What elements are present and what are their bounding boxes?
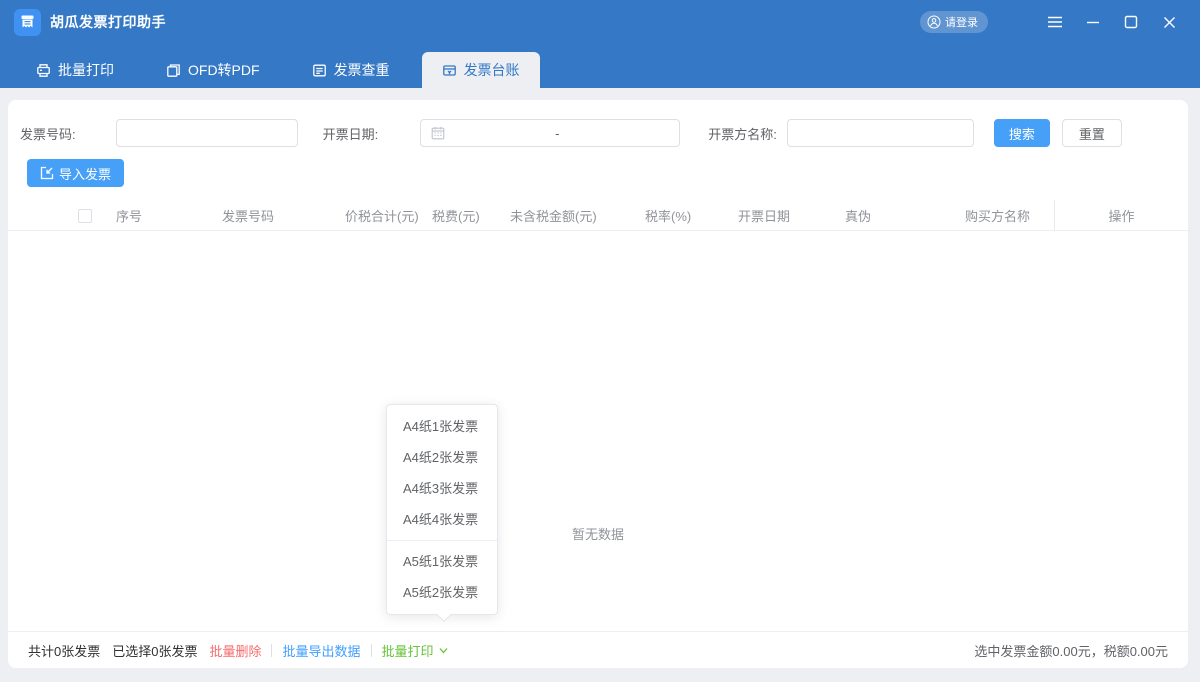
minimize-icon[interactable]	[1074, 7, 1112, 37]
menu-item-a5-1[interactable]: A5纸1张发票	[387, 546, 497, 577]
status-bar: 共计0张发票 已选择0张发票 批量删除 批量导出数据 批量打印 选中发票金额0.…	[8, 631, 1188, 668]
titlebar: 胡瓜发票打印助手 请登录	[0, 0, 1200, 44]
col-index: 序号	[116, 206, 222, 225]
close-icon[interactable]	[1150, 7, 1188, 37]
menu-item-a4-2[interactable]: A4纸2张发票	[387, 442, 497, 473]
window-controls	[1036, 7, 1188, 37]
total-count-text: 共计0张发票	[28, 641, 100, 660]
invoice-no-label: 发票号码:	[20, 124, 76, 143]
import-icon	[40, 166, 54, 180]
divider	[371, 644, 372, 657]
tab-batch-print[interactable]: 批量打印	[16, 52, 134, 88]
printer-icon	[36, 63, 51, 78]
batch-print-menu: A4纸1张发票 A4纸2张发票 A4纸3张发票 A4纸4张发票 A5纸1张发票 …	[386, 404, 498, 615]
import-invoice-button[interactable]: 导入发票	[27, 159, 124, 187]
reset-button[interactable]: 重置	[1062, 119, 1122, 147]
batch-print-label: 批量打印	[382, 641, 434, 660]
menu-item-a4-4[interactable]: A4纸4张发票	[387, 504, 497, 535]
menu-item-a4-3[interactable]: A4纸3张发票	[387, 473, 497, 504]
import-label: 导入发票	[59, 164, 111, 183]
issuer-label: 开票方名称:	[708, 124, 777, 143]
doc-check-icon	[312, 63, 327, 78]
chevron-down-icon	[438, 645, 449, 656]
maximize-icon[interactable]	[1112, 7, 1150, 37]
login-button[interactable]: 请登录	[920, 11, 988, 33]
issuer-input[interactable]	[787, 119, 974, 147]
select-all-checkbox[interactable]	[78, 209, 92, 223]
menu-divider	[387, 540, 497, 541]
col-tax: 税费(元)	[432, 206, 510, 225]
calendar-icon	[431, 126, 445, 140]
date-separator: -	[445, 126, 669, 141]
col-total-with-tax: 价税合计(元)	[345, 206, 432, 225]
menu-item-a5-2[interactable]: A5纸2张发票	[387, 577, 497, 608]
col-amount-excl-tax: 未含税金额(元)	[510, 206, 645, 225]
col-tax-rate: 税率(%)	[645, 206, 738, 225]
tab-label: OFD转PDF	[188, 60, 260, 80]
tab-invoice-ledger[interactable]: 发票台账	[422, 52, 540, 88]
col-authenticity: 真伪	[845, 206, 965, 225]
search-form: 发票号码: 开票日期: - 开票方名称: 搜索 重置	[8, 100, 1188, 147]
tab-ofd-to-pdf[interactable]: OFD转PDF	[146, 52, 280, 88]
tab-bar: 批量打印 OFD转PDF 发票查重 发票台账	[0, 44, 1200, 88]
app-logo-icon	[14, 9, 41, 36]
batch-print-button[interactable]: 批量打印	[382, 641, 449, 660]
toolbar: 导入发票	[8, 147, 1188, 187]
ledger-icon	[442, 63, 457, 78]
menu-item-a4-1[interactable]: A4纸1张发票	[387, 411, 497, 442]
batch-export-button[interactable]: 批量导出数据	[282, 641, 360, 660]
col-actions: 操作	[1055, 200, 1188, 230]
login-label: 请登录	[945, 14, 978, 30]
date-range-picker[interactable]: -	[420, 119, 680, 147]
empty-placeholder: 暂无数据	[8, 524, 1188, 543]
date-label: 开票日期:	[323, 124, 379, 143]
tab-label: 发票查重	[334, 60, 390, 80]
tab-label: 发票台账	[464, 60, 520, 80]
search-button[interactable]: 搜索	[994, 119, 1050, 147]
col-invoice-date: 开票日期	[738, 206, 845, 225]
app-title: 胡瓜发票打印助手	[50, 12, 166, 32]
menu-icon[interactable]	[1036, 7, 1074, 37]
selected-count-text: 已选择0张发票	[112, 641, 197, 660]
invoice-no-input[interactable]	[116, 119, 298, 147]
divider	[271, 644, 272, 657]
tab-invoice-dedup[interactable]: 发票查重	[292, 52, 410, 88]
convert-doc-icon	[166, 63, 181, 78]
user-icon	[927, 15, 941, 29]
col-buyer-name: 购买方名称	[965, 206, 1055, 225]
table-header: 序号 发票号码 价税合计(元) 税费(元) 未含税金额(元) 税率(%) 开票日…	[8, 200, 1188, 231]
main-panel: 发票号码: 开票日期: - 开票方名称: 搜索 重置 导入发票	[8, 100, 1188, 668]
col-invoice-no: 发票号码	[222, 206, 345, 225]
tab-label: 批量打印	[58, 60, 114, 80]
selected-amount-summary: 选中发票金额0.00元，税额0.00元	[974, 641, 1168, 660]
batch-delete-button[interactable]: 批量删除	[209, 641, 261, 660]
